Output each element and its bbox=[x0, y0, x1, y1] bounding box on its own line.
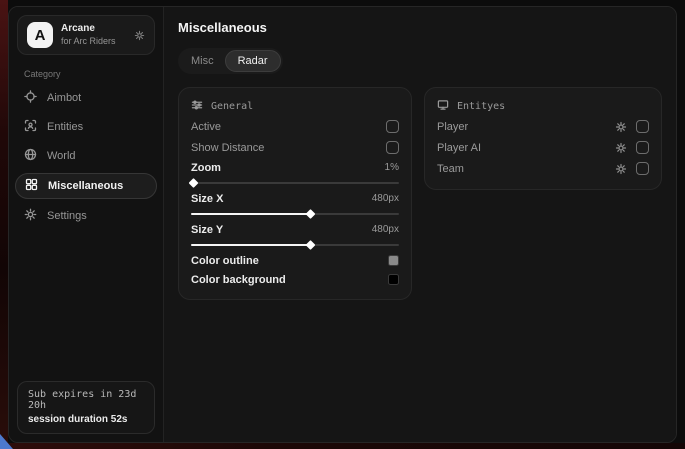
size-x-slider[interactable] bbox=[191, 208, 399, 220]
brand-card[interactable]: A Arcane for Arc Riders bbox=[17, 15, 155, 55]
app-window: A Arcane for Arc Riders Category bbox=[8, 6, 677, 443]
scan-icon bbox=[24, 119, 37, 135]
entities-panel-title: Entityes bbox=[457, 101, 505, 112]
cursor bbox=[0, 434, 13, 449]
size-y-row: Size Y 480px bbox=[191, 220, 399, 239]
brand-settings-icon[interactable] bbox=[134, 30, 145, 41]
zoom-slider-thumb[interactable] bbox=[189, 178, 199, 188]
tune-icon bbox=[191, 99, 203, 114]
tab-misc[interactable]: Misc bbox=[180, 51, 225, 71]
sidebar: A Arcane for Arc Riders Category bbox=[9, 7, 164, 442]
show-distance-checkbox[interactable] bbox=[386, 141, 399, 154]
sub-expiry-text: Sub expires in 23d 20h bbox=[28, 389, 144, 411]
sidebar-item-miscellaneous[interactable]: Miscellaneous bbox=[15, 173, 157, 199]
globe-icon bbox=[24, 148, 37, 164]
monitor-icon bbox=[437, 99, 449, 114]
sidebar-item-label: Aimbot bbox=[47, 92, 81, 104]
sidebar-item-label: Entities bbox=[47, 121, 83, 133]
crosshair-icon bbox=[24, 90, 37, 106]
zoom-row: Zoom 1% bbox=[191, 158, 399, 177]
sidebar-item-aimbot[interactable]: Aimbot bbox=[9, 85, 163, 111]
size-y-slider-thumb[interactable] bbox=[305, 240, 315, 250]
player-ai-row: Player AI bbox=[437, 137, 649, 158]
active-row: Active bbox=[191, 116, 399, 137]
brand-name: Arcane bbox=[61, 23, 126, 36]
grid-icon bbox=[25, 178, 38, 194]
color-outline-label: Color outline bbox=[191, 255, 259, 267]
team-label: Team bbox=[437, 163, 464, 175]
size-y-slider[interactable] bbox=[191, 239, 399, 251]
player-ai-label: Player AI bbox=[437, 142, 481, 154]
active-checkbox[interactable] bbox=[386, 120, 399, 133]
size-x-label: Size X bbox=[191, 193, 223, 205]
brand-subtitle: for Arc Riders bbox=[61, 36, 126, 47]
sidebar-item-world[interactable]: World bbox=[9, 143, 163, 169]
sidebar-item-label: World bbox=[47, 150, 76, 162]
screen: A Arcane for Arc Riders Category bbox=[0, 0, 685, 449]
sidebar-item-label: Settings bbox=[47, 210, 87, 222]
color-background-swatch[interactable] bbox=[388, 274, 399, 285]
player-row: Player bbox=[437, 116, 649, 137]
player-ai-checkbox[interactable] bbox=[636, 141, 649, 154]
show-distance-row: Show Distance bbox=[191, 137, 399, 158]
size-x-value: 480px bbox=[372, 193, 399, 204]
team-row: Team bbox=[437, 158, 649, 179]
sidebar-nav: Aimbot Entities bbox=[9, 85, 163, 229]
player-ai-settings-icon[interactable] bbox=[615, 142, 627, 154]
background-edge-left bbox=[0, 0, 8, 449]
general-panel-title: General bbox=[211, 101, 253, 112]
page-title: Miscellaneous bbox=[178, 20, 662, 35]
player-label: Player bbox=[437, 121, 468, 133]
tab-radar[interactable]: Radar bbox=[225, 50, 281, 72]
size-x-slider-thumb[interactable] bbox=[305, 209, 315, 219]
tab-bar: Misc Radar bbox=[178, 48, 283, 74]
main-content: Miscellaneous Misc Radar bbox=[164, 7, 676, 442]
zoom-label: Zoom bbox=[191, 162, 221, 174]
category-label: Category bbox=[24, 69, 163, 79]
gear-icon bbox=[24, 208, 37, 224]
general-panel: General Active Show Distance Zoom 1% bbox=[178, 87, 412, 300]
size-y-value: 480px bbox=[372, 224, 399, 235]
color-outline-swatch[interactable] bbox=[388, 255, 399, 266]
size-x-row: Size X 480px bbox=[191, 189, 399, 208]
session-duration-text: session duration 52s bbox=[28, 414, 144, 425]
zoom-slider[interactable] bbox=[191, 177, 399, 189]
show-distance-label: Show Distance bbox=[191, 142, 264, 154]
entities-panel: Entityes Player bbox=[424, 87, 662, 190]
sidebar-item-label: Miscellaneous bbox=[48, 180, 123, 192]
zoom-value: 1% bbox=[385, 162, 399, 173]
brand-avatar: A bbox=[27, 22, 53, 48]
sidebar-item-entities[interactable]: Entities bbox=[9, 114, 163, 140]
size-y-label: Size Y bbox=[191, 224, 223, 236]
team-settings-icon[interactable] bbox=[615, 163, 627, 175]
color-background-label: Color background bbox=[191, 274, 286, 286]
subscription-info: Sub expires in 23d 20h session duration … bbox=[17, 381, 155, 434]
background-edge-bottom bbox=[0, 443, 685, 449]
color-background-row: Color background bbox=[191, 270, 399, 289]
player-settings-icon[interactable] bbox=[615, 121, 627, 133]
active-label: Active bbox=[191, 121, 221, 133]
team-checkbox[interactable] bbox=[636, 162, 649, 175]
color-outline-row: Color outline bbox=[191, 251, 399, 270]
player-checkbox[interactable] bbox=[636, 120, 649, 133]
sidebar-item-settings[interactable]: Settings bbox=[9, 203, 163, 229]
